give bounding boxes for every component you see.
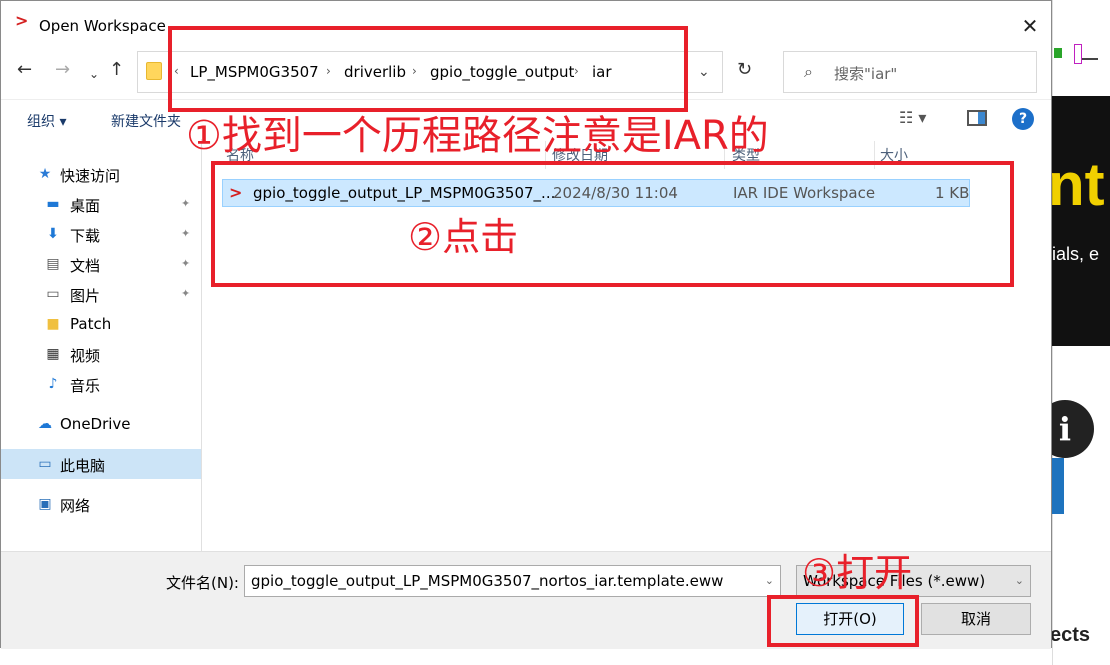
forward-arrow-icon[interactable]: → [55,59,70,81]
search-icon: ⌕ [804,62,813,81]
sidebar-item-label: 图片 [70,287,101,305]
sidebar-item-network[interactable]: ▣ 网络 [1,489,201,519]
back-arrow-icon[interactable]: ← [17,59,32,81]
sidebar-item-patch[interactable]: ■ Patch [1,309,201,339]
sidebar-item-label: 此电脑 [60,457,106,475]
chevron-down-icon[interactable]: ⌄ [1015,574,1024,587]
sidebar-item-this-pc[interactable]: ▭ 此电脑 [1,449,201,479]
background-blue-bar [1052,458,1064,514]
sidebar-item-pictures[interactable]: ▭ 图片 ✦ [1,279,201,309]
preview-pane-icon[interactable] [967,110,987,126]
pin-icon: ✦ [181,287,191,300]
search-box[interactable]: ⌕ 搜索"iar" [783,51,1037,93]
annotation-step2-text: ②点击 [408,215,519,259]
iar-logo-icon: > [15,11,29,30]
sidebar-item-downloads[interactable]: ⬇ 下载 ✦ [1,219,201,249]
sidebar-item-music[interactable]: ♪ 音乐 [1,369,201,399]
folder-icon [146,62,162,80]
new-folder-button[interactable]: 新建文件夹 [111,111,181,131]
star-icon: ★ [38,166,52,182]
sidebar-item-label: 视频 [70,347,101,365]
address-dropdown-chevron-icon[interactable]: ⌄ [698,64,710,80]
background-toolbar-icons [1052,40,1110,68]
picture-icon: ▭ [46,286,60,302]
document-icon: ▤ [46,256,60,272]
cloud-icon: ☁ [38,416,52,432]
organize-menu-button[interactable]: 组织 ▾ [27,111,66,131]
download-arrow-icon: ⬇ [47,226,59,242]
chevron-down-icon[interactable]: ⌄ [765,574,774,587]
help-icon[interactable]: ? [1012,108,1034,130]
sidebar-item-quick-access[interactable]: ★ 快速访问 [1,159,201,189]
sidebar-item-label: Patch [70,315,112,333]
cancel-button[interactable]: 取消 [921,603,1031,635]
filename-label: 文件名(N): [166,574,239,592]
background-hero-banner [1052,96,1110,346]
filename-value: gpio_toggle_output_LP_MSPM0G3507_nortos_… [251,572,724,590]
sidebar-item-desktop[interactable]: ▬ 桌面 ✦ [1,189,201,219]
filename-input[interactable]: gpio_toggle_output_LP_MSPM0G3507_nortos_… [244,565,781,597]
close-button[interactable]: ✕ [1015,11,1045,41]
music-note-icon: ♪ [48,376,58,392]
search-placeholder: 搜索"iar" [834,65,898,83]
sidebar-item-label: 桌面 [70,197,101,215]
view-options-icon[interactable]: ☷ ▾ [899,108,926,127]
recent-locations-chevron-icon[interactable]: ⌄ [89,63,99,85]
sidebar-item-onedrive[interactable]: ☁ OneDrive [1,409,201,439]
annotation-box-path [168,26,688,112]
background-hero-text: nt [1048,151,1105,218]
film-icon: ▦ [46,346,60,362]
sidebar-item-label: 快速访问 [60,167,121,185]
sidebar-item-videos[interactable]: ▦ 视频 [1,339,201,369]
dialog-title: Open Workspace [39,17,166,35]
sidebar-item-label: OneDrive [60,415,131,433]
pin-icon: ✦ [181,257,191,270]
folder-icon: ■ [46,316,60,332]
annotation-box-file [211,161,1014,287]
sidebar-item-label: 文档 [70,257,101,275]
annotation-box-open [767,595,919,647]
navigation-pane: ★ 快速访问 ▬ 桌面 ✦ ⬇ 下载 ✦ ▤ 文档 ✦ ▭ 图片 ✦ ■ Pat… [1,139,201,551]
sidebar-item-documents[interactable]: ▤ 文档 ✦ [1,249,201,279]
sidebar-item-label: 下载 [70,227,101,245]
annotation-step1-text: ①找到一个历程路径注意是IAR的 [186,113,769,159]
pin-icon: ✦ [181,197,191,210]
pin-icon: ✦ [181,227,191,240]
up-arrow-icon[interactable]: ↑ [109,59,124,81]
background-bottom-text: ects [1050,624,1091,646]
sidebar-item-label: 网络 [60,497,91,515]
background-hero-subtext: ials, e [1052,244,1100,264]
network-icon: ▣ [38,496,52,512]
computer-icon: ▭ [38,456,52,472]
refresh-icon[interactable]: ↻ [737,59,752,80]
desktop-icon: ▬ [46,196,60,212]
sidebar-item-label: 音乐 [70,377,101,395]
annotation-step3-text: ③打开 [802,551,913,595]
